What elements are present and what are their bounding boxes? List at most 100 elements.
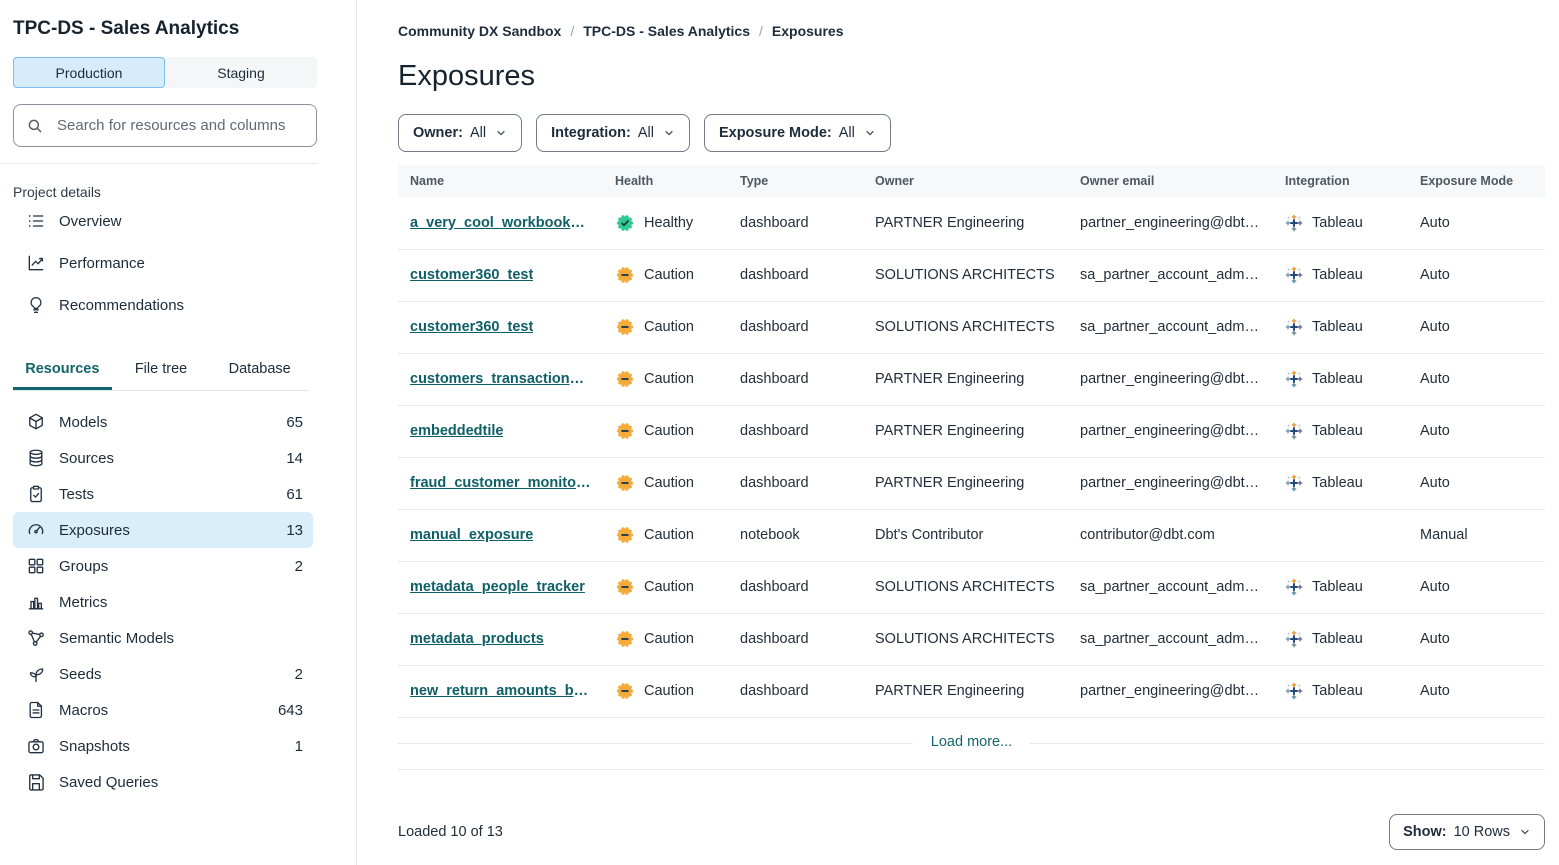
type-cell: notebook — [728, 509, 863, 561]
show-rows-dropdown[interactable]: Show: 10 Rows — [1389, 814, 1545, 850]
load-more-link[interactable]: Load more... — [913, 734, 1030, 750]
sidebar-item-seeds[interactable]: Seeds 2 — [13, 656, 313, 692]
sidebar-item-performance[interactable]: Performance — [13, 242, 313, 284]
sidebar-item-snapshots[interactable]: Snapshots 1 — [13, 728, 313, 764]
table-row: fraud_customer_monitoring Caution dashbo… — [398, 457, 1545, 509]
sidebar-item-models[interactable]: Models 65 — [13, 404, 313, 440]
table-row: manual_exposure Caution notebook Dbt's C… — [398, 509, 1545, 561]
sidebar-item-sources[interactable]: Sources 14 — [13, 440, 313, 476]
search-box[interactable] — [13, 104, 317, 147]
exposure-name-link[interactable]: embeddedtile — [410, 423, 503, 439]
staging-toggle-button[interactable]: Staging — [165, 57, 317, 88]
health-label: Caution — [644, 423, 694, 439]
health-label: Caution — [644, 475, 694, 491]
caution-badge-icon — [615, 681, 635, 701]
project-details-label: Project details — [13, 184, 356, 200]
health-label: Caution — [644, 267, 694, 283]
column-header-name: Name — [398, 165, 603, 197]
sidebar-item-saved-queries[interactable]: Saved Queries — [13, 764, 313, 800]
search-input[interactable] — [55, 116, 304, 135]
exposure-name-link[interactable]: customers_transaction_gro… — [410, 371, 591, 387]
table-row: new_return_amounts_by_t… Caution dashboa… — [398, 665, 1545, 717]
health-label: Caution — [644, 319, 694, 335]
sidebar-item-recommendations[interactable]: Recommendations — [13, 284, 313, 326]
table-row: customer360_test Caution dashboard SOLUT… — [398, 249, 1545, 301]
seedling-icon — [26, 664, 46, 684]
tab-database[interactable]: Database — [210, 352, 309, 390]
breadcrumb: Community DX Sandbox / TPC-DS - Sales An… — [398, 23, 1546, 39]
sidebar-item-semantic-models[interactable]: Semantic Models — [13, 620, 313, 656]
caution-badge-icon — [615, 629, 635, 649]
integration-label: Tableau — [1312, 215, 1363, 231]
table-row: customers_transaction_gro… Caution dashb… — [398, 353, 1545, 405]
resource-label: Models — [59, 414, 273, 431]
exposure-mode-cell: Auto — [1408, 197, 1545, 249]
owner-cell: PARTNER Engineering — [863, 665, 1068, 717]
integration-label: Tableau — [1312, 423, 1363, 439]
resource-label: Exposures — [59, 522, 273, 539]
sidebar-item-groups[interactable]: Groups 2 — [13, 548, 313, 584]
breadcrumb-project[interactable]: TPC-DS - Sales Analytics — [583, 23, 750, 39]
integration-label: Tableau — [1312, 475, 1363, 491]
sidebar-item-overview[interactable]: Overview — [13, 200, 313, 242]
environment-toggle: Production Staging — [13, 57, 317, 88]
resource-label: Semantic Models — [59, 630, 290, 647]
tableau-icon — [1285, 370, 1303, 388]
integration-label: Tableau — [1312, 631, 1363, 647]
owner-email-cell: partner_engineering@dbtla… — [1068, 457, 1273, 509]
sidebar-item-metrics[interactable]: Metrics — [13, 584, 313, 620]
integration-filter-dropdown[interactable]: Integration: All — [536, 114, 690, 152]
exposure-name-link[interactable]: metadata_products — [410, 631, 544, 647]
owner-email-cell: sa_partner_account_admin… — [1068, 249, 1273, 301]
sidebar-tabs: Resources File tree Database — [13, 352, 309, 391]
camera-icon — [26, 736, 46, 756]
owner-cell: Dbt's Contributor — [863, 509, 1068, 561]
chevron-down-icon — [495, 127, 507, 139]
exposure-name-link[interactable]: customer360_test — [410, 267, 533, 283]
column-header-owner-email: Owner email — [1068, 165, 1273, 197]
sidebar-item-macros[interactable]: Macros 643 — [13, 692, 313, 728]
owner-cell: PARTNER Engineering — [863, 405, 1068, 457]
exposure-mode-cell: Auto — [1408, 613, 1545, 665]
exposure-name-link[interactable]: a_very_cool_workbook_i_… — [410, 215, 591, 231]
health-label: Caution — [644, 631, 694, 647]
exposure-name-link[interactable]: new_return_amounts_by_t… — [410, 683, 591, 699]
health-label: Caution — [644, 371, 694, 387]
table-row: customer360_test Caution dashboard SOLUT… — [398, 301, 1545, 353]
load-more-divider: Load more... — [398, 718, 1545, 770]
sidebar-item-exposures[interactable]: Exposures 13 — [13, 512, 313, 548]
owner-email-cell: sa_partner_account_admin… — [1068, 613, 1273, 665]
exposure-name-link[interactable]: fraud_customer_monitoring — [410, 475, 591, 491]
list-icon — [26, 211, 46, 231]
tableau-icon — [1285, 578, 1303, 596]
breadcrumb-account[interactable]: Community DX Sandbox — [398, 23, 561, 39]
gauge-icon — [26, 520, 46, 540]
chevron-down-icon — [864, 127, 876, 139]
exposure-name-link[interactable]: metadata_people_tracker — [410, 579, 585, 595]
sidebar-item-tests[interactable]: Tests 61 — [13, 476, 313, 512]
table-row: embeddedtile Caution dashboard PARTNER E… — [398, 405, 1545, 457]
exposure-mode-cell: Auto — [1408, 665, 1545, 717]
caution-badge-icon — [615, 317, 635, 337]
clipboard-check-icon — [26, 484, 46, 504]
type-cell: dashboard — [728, 457, 863, 509]
page-title: Exposures — [398, 60, 1546, 93]
tableau-icon — [1285, 214, 1303, 232]
exposure-mode-cell: Auto — [1408, 457, 1545, 509]
exposure-mode-cell: Auto — [1408, 249, 1545, 301]
column-header-integration: Integration — [1273, 165, 1408, 197]
exposure-name-link[interactable]: customer360_test — [410, 319, 533, 335]
integration-filter-value: All — [638, 125, 654, 141]
database-icon — [26, 448, 46, 468]
type-cell: dashboard — [728, 249, 863, 301]
tab-file-tree[interactable]: File tree — [112, 352, 211, 390]
project-details-item-label: Performance — [59, 255, 145, 272]
owner-filter-dropdown[interactable]: Owner: All — [398, 114, 522, 152]
chevron-down-icon — [663, 127, 675, 139]
tableau-icon — [1285, 682, 1303, 700]
tab-resources[interactable]: Resources — [13, 352, 112, 390]
exposure-mode-filter-dropdown[interactable]: Exposure Mode: All — [704, 114, 891, 152]
exposure-name-link[interactable]: manual_exposure — [410, 527, 533, 543]
production-toggle-button[interactable]: Production — [13, 57, 165, 88]
table-row: a_very_cool_workbook_i_… Healthy dashboa… — [398, 197, 1545, 249]
